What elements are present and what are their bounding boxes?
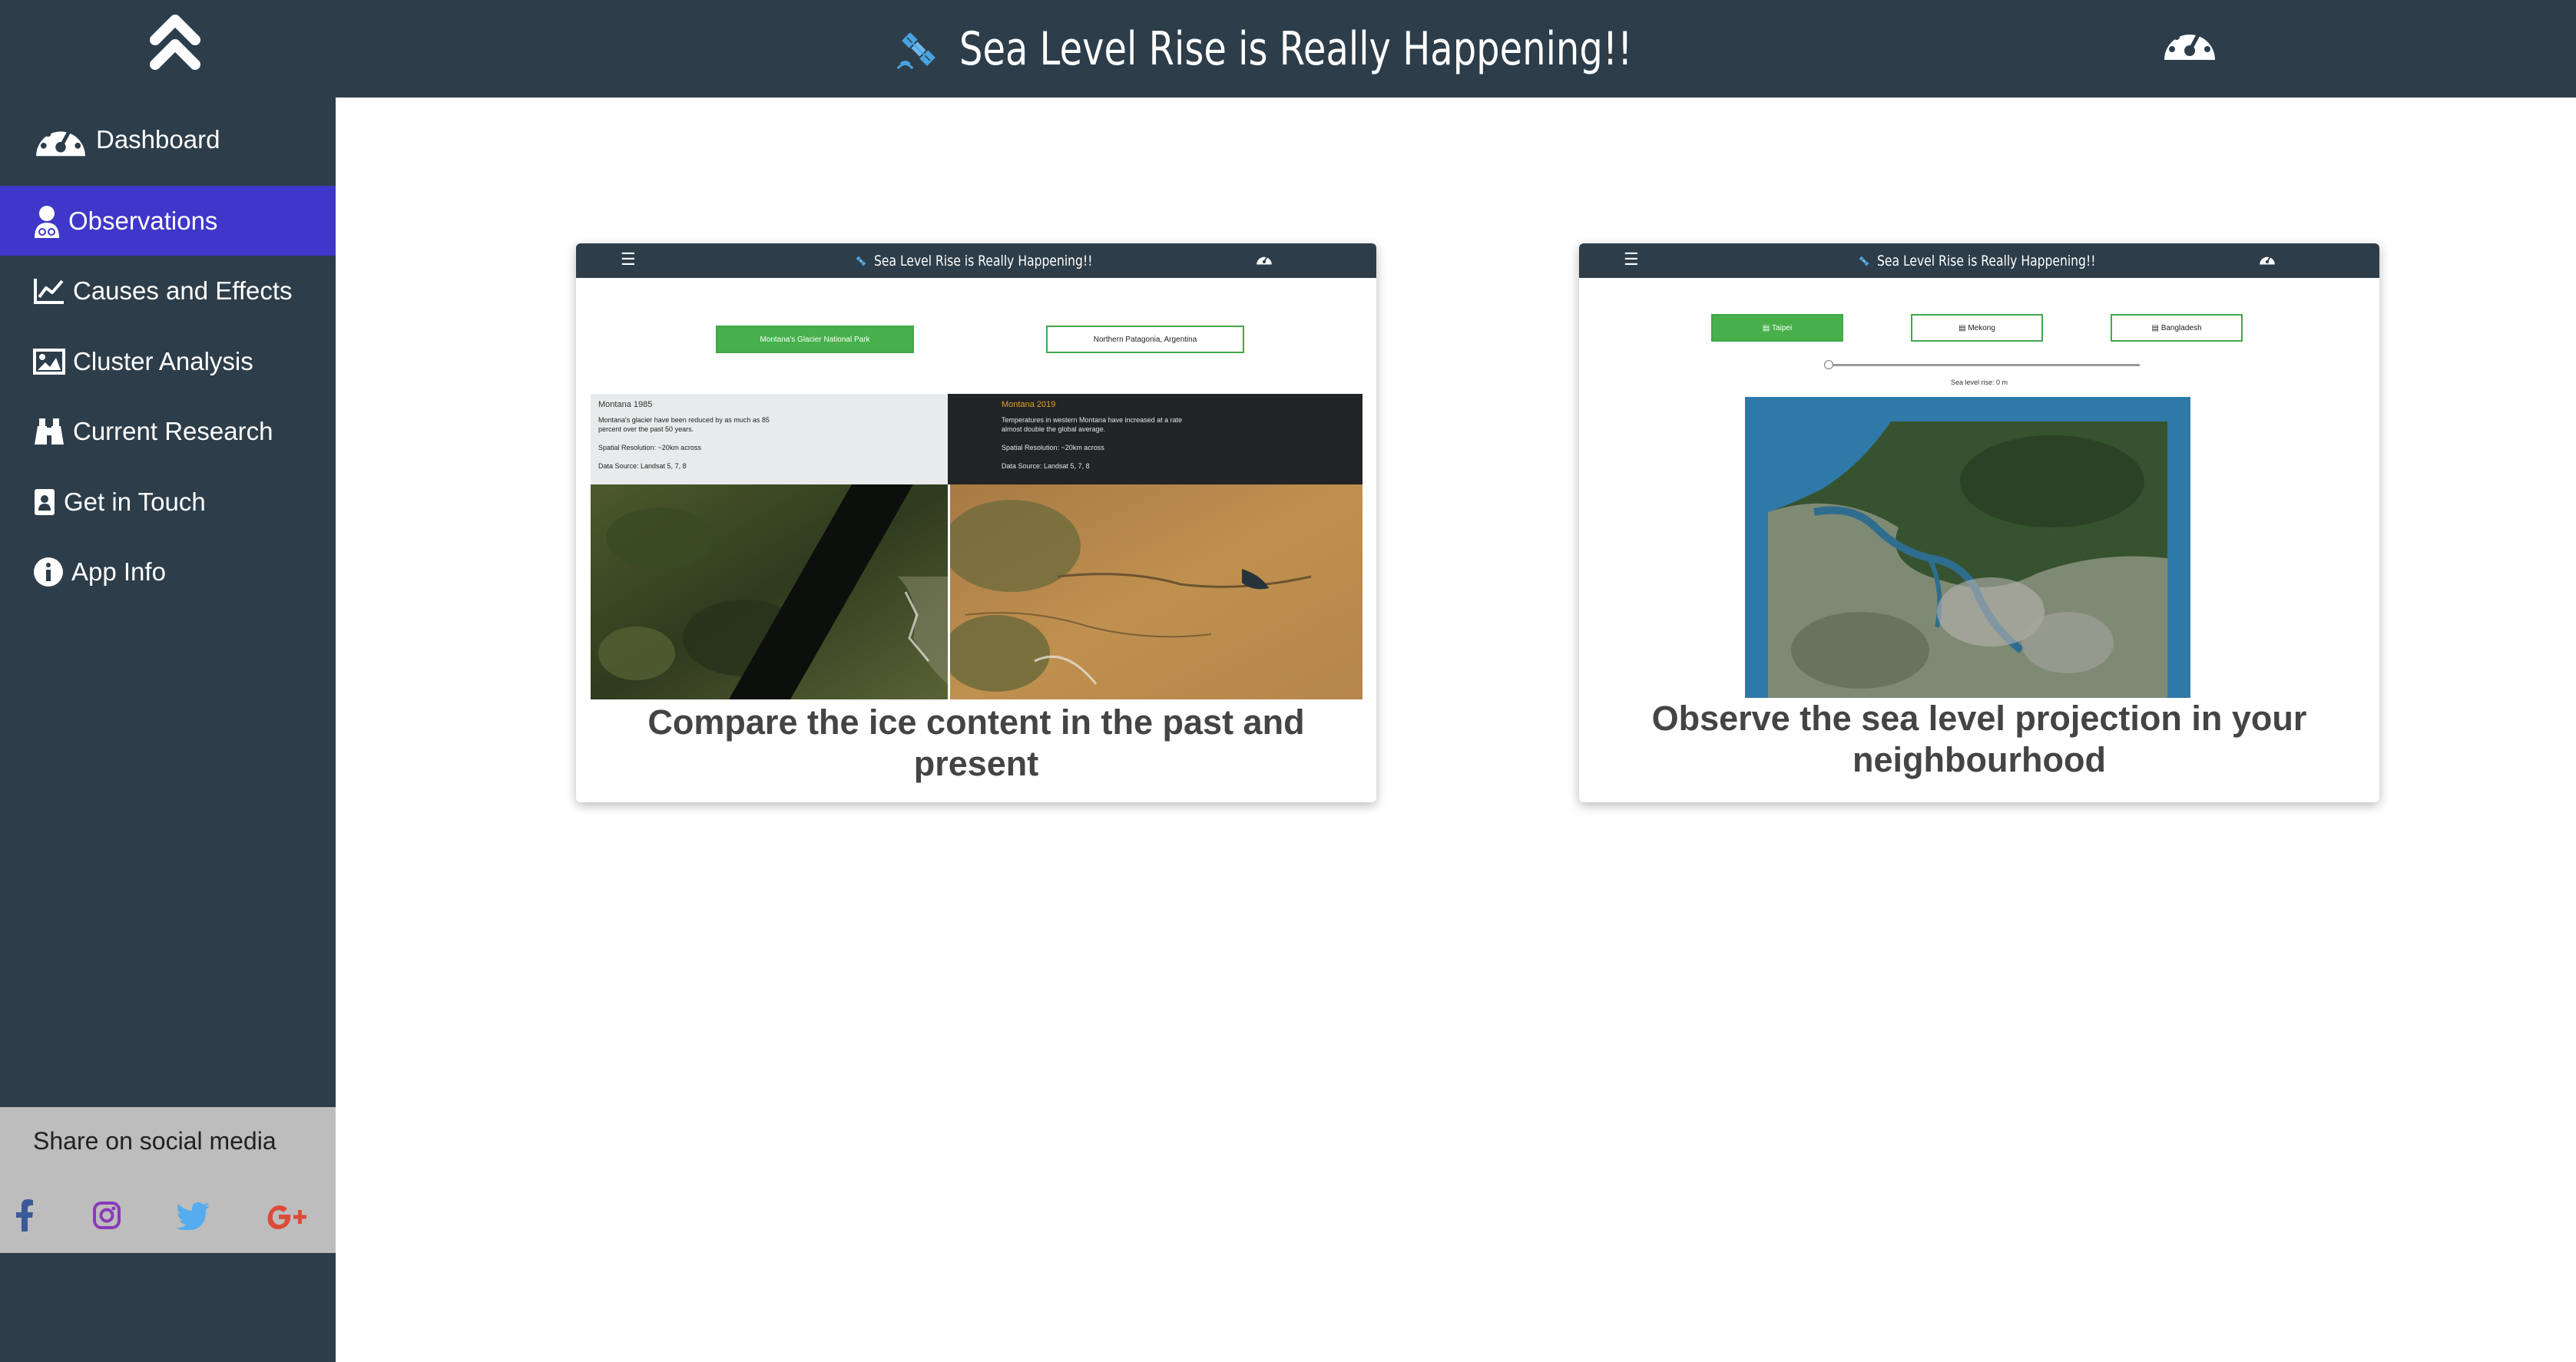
preview-navbar: ☰ Sea Level Rise is Really Happening!! (1579, 243, 2379, 278)
card-caption-line-1: Compare the ice content in the past and (647, 702, 1305, 742)
sidebar-item-label: Causes and Effects (73, 276, 293, 305)
satellite-icon (856, 256, 866, 266)
preview-slider-track (1829, 364, 2140, 366)
sidebar: Dashboard Observations Causes and Effect… (0, 98, 336, 1362)
past-text-1: Montana's glacier have been reduced by a… (598, 416, 770, 424)
app-title: Sea Level Rise is Really Happening!! (959, 21, 1633, 76)
sidebar-item-get-in-touch[interactable]: Get in Touch (0, 467, 336, 537)
preview-title: Sea Level Rise is Really Happening!! (874, 252, 1093, 269)
present-heading: Montana 2019 (1002, 400, 1056, 409)
preview-button-taipei: ▤ Taipei (1711, 314, 1843, 342)
sidebar-item-causes-and-effects[interactable]: Causes and Effects (0, 256, 336, 326)
info-circle-icon (33, 557, 64, 587)
twitter-share-button[interactable] (176, 1202, 210, 1234)
share-panel: Share on social media (0, 1107, 336, 1253)
present-text-3: Spatial Resolution: ~20km across (1002, 444, 1104, 451)
present-text-2: almost double the global average. (1002, 425, 1106, 433)
past-heading: Montana 1985 (598, 400, 653, 409)
present-info-panel: Montana 2019 Temperatures in western Mon… (948, 394, 1362, 484)
card-caption-line-2: neighbourhood (1853, 740, 2106, 779)
sidebar-item-label: Get in Touch (64, 487, 206, 516)
card-caption-line-2: present (913, 744, 1039, 783)
google-plus-share-button[interactable] (267, 1204, 310, 1234)
collapse-sidebar-button[interactable] (137, 6, 214, 83)
preview-slider-thumb (1824, 360, 1833, 369)
card-caption-line-1: Observe the sea level projection in your (1651, 699, 2307, 738)
image-icon (33, 348, 65, 375)
present-text-4: Data Source: Landsat 5, 7, 8 (1002, 462, 1090, 470)
compare-ice-card[interactable]: ☰ Sea Level Rise is Really Happening!! M… (576, 243, 1376, 802)
present-text-1: Temperatures in western Montana have inc… (1002, 416, 1183, 424)
share-title: Share on social media (33, 1127, 276, 1155)
instagram-icon (93, 1202, 121, 1229)
top-navbar: Sea Level Rise is Really Happening!! (0, 0, 2576, 98)
speedometer-icon (2259, 253, 2276, 270)
speedometer-icon (2164, 28, 2215, 60)
line-chart-icon (33, 277, 65, 305)
sea-level-projection-card[interactable]: ☰ Sea Level Rise is Really Happening!! ▤… (1579, 243, 2379, 802)
satellite-icon (896, 31, 935, 69)
speedometer-icon (33, 117, 88, 162)
sidebar-item-cluster-analysis[interactable]: Cluster Analysis (0, 326, 336, 396)
sidebar-item-label: Dashboard (96, 124, 220, 154)
past-text-3: Spatial Resolution: ~20km across (598, 444, 701, 451)
sidebar-item-observations[interactable]: Observations (0, 186, 336, 256)
speedometer-icon (1256, 253, 1273, 270)
preview-slider-label: Sea level rise: 0 m (1950, 379, 2008, 386)
sidebar-item-app-info[interactable]: App Info (0, 537, 336, 607)
sidebar-item-label: Observations (68, 206, 218, 235)
sidebar-item-label: Current Research (73, 416, 273, 445)
preview-button-mekong: ▤ Mekong (1911, 314, 2043, 342)
contact-card-icon (33, 488, 56, 517)
satellite-image-taipei (1745, 397, 2190, 698)
facebook-icon (16, 1199, 33, 1231)
satellite-image-past (591, 484, 948, 699)
sidebar-item-dashboard[interactable]: Dashboard (0, 104, 336, 174)
preview-title: Sea Level Rise is Really Happening!! (1877, 252, 2096, 269)
past-info-panel: Montana 1985 Montana's glacier have been… (591, 394, 948, 484)
map-icon: ▤ (1958, 323, 1968, 332)
map-icon: ▤ (2151, 323, 2161, 332)
sidebar-item-label: App Info (71, 557, 166, 586)
binoculars-icon (33, 417, 65, 446)
sidebar-item-current-research[interactable]: Current Research (0, 396, 336, 466)
map-icon: ▤ (1762, 323, 1773, 332)
past-text-2: percent over the past 50 years. (598, 425, 694, 433)
preview-button-montana: Montana's Glacier National Park (716, 326, 914, 353)
preview-navbar: ☰ Sea Level Rise is Really Happening!! (576, 243, 1376, 278)
user-md-icon (33, 204, 61, 238)
facebook-share-button[interactable] (15, 1199, 34, 1235)
preview-button-bangladesh: ▤ Bangladesh (2111, 314, 2243, 342)
instagram-share-button[interactable] (92, 1201, 121, 1234)
dashboard-shortcut-button[interactable] (2161, 20, 2218, 66)
satellite-icon (1859, 256, 1869, 266)
past-text-4: Data Source: Landsat 5, 7, 8 (598, 462, 687, 470)
twitter-icon (176, 1202, 210, 1231)
sidebar-item-label: Cluster Analysis (73, 346, 253, 375)
preview-button-patagonia: Northern Patagonia, Argentina (1046, 326, 1244, 353)
satellite-image-present (950, 484, 1362, 699)
google-plus-icon (267, 1205, 306, 1229)
double-chevron-up-icon (150, 15, 200, 70)
